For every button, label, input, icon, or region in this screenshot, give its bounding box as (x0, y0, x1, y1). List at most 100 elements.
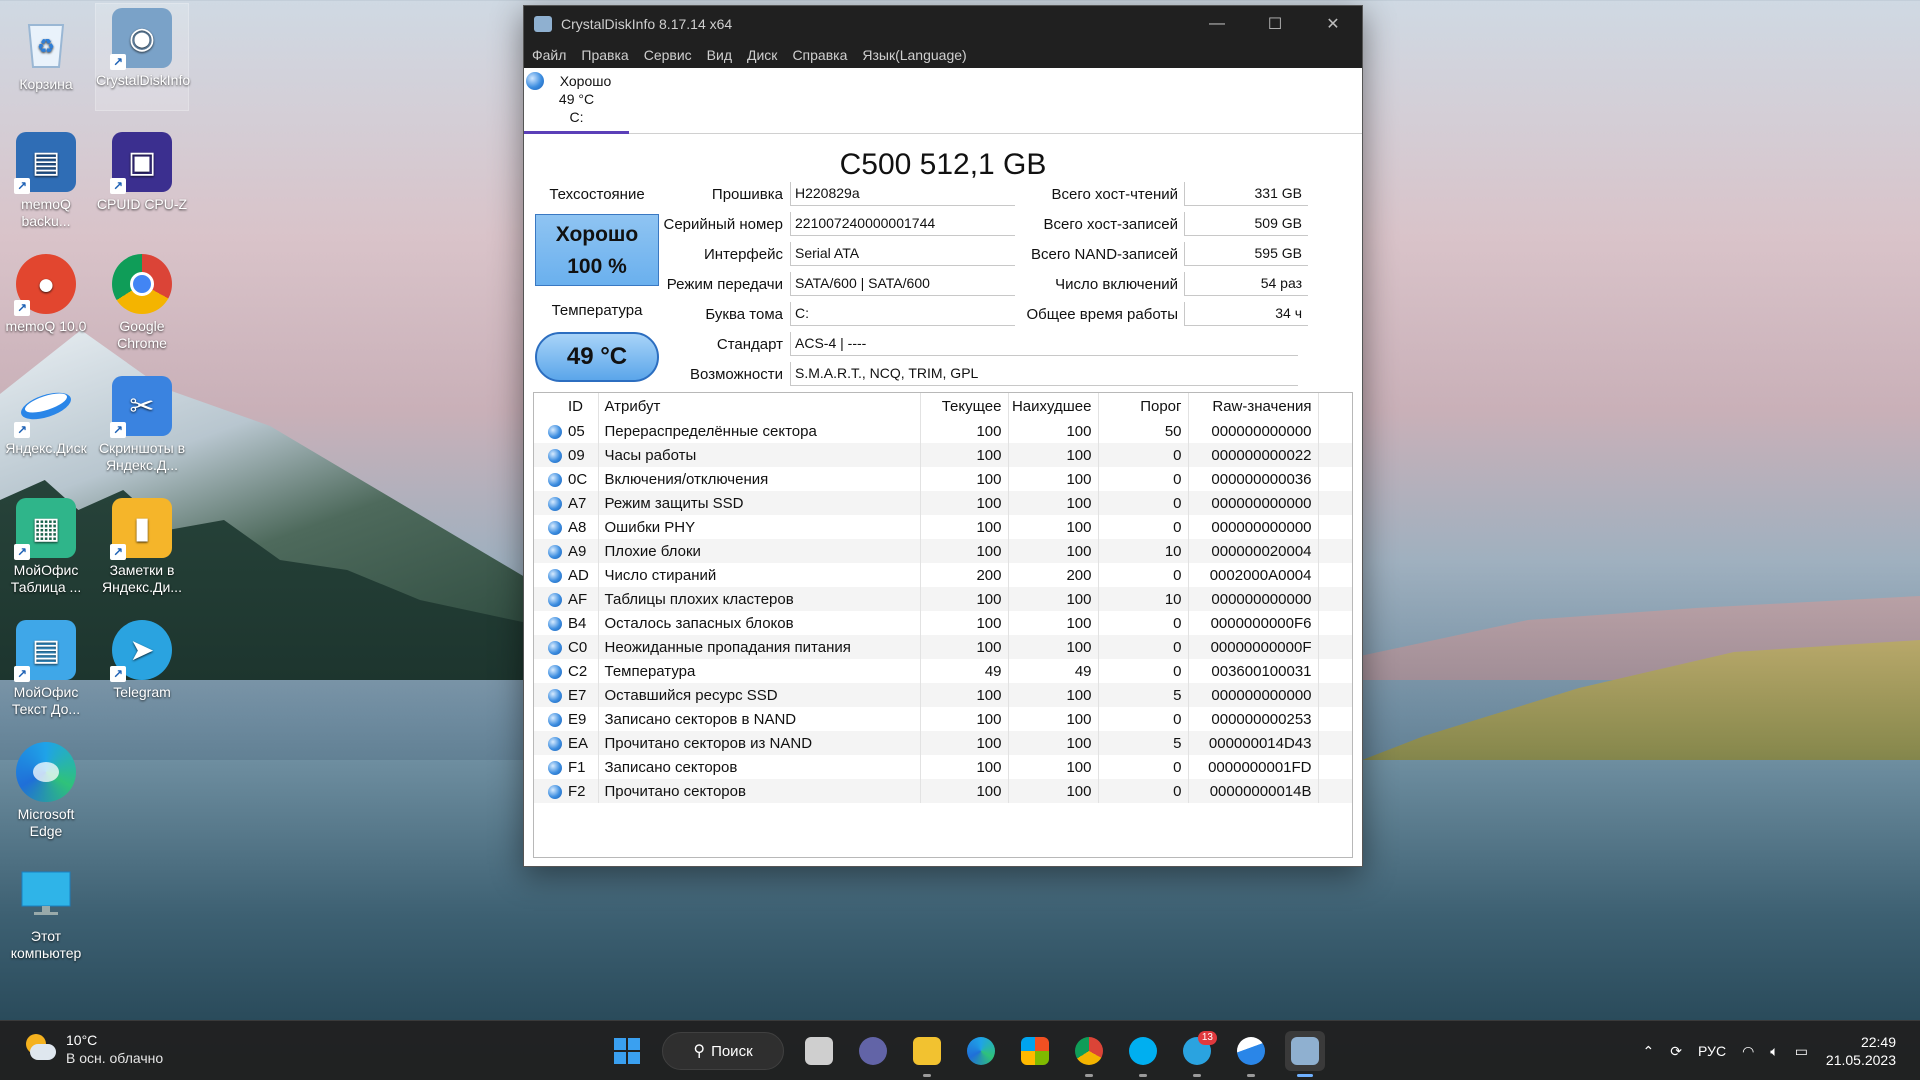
smart-row[interactable]: F2 Прочитано секторов 100 100 0 00000000014B (534, 779, 1352, 803)
desktop-icon-recycle-bin[interactable]: ♻ Корзина (0, 8, 92, 93)
column-header-id[interactable]: ID (562, 393, 599, 419)
desktop-icon-label: Скриншоты в Яндекс.Д... (98, 440, 186, 473)
desktop-icon-memoq[interactable]: ● ↗ memoQ 10.0 (0, 250, 92, 335)
smart-id: F1 (562, 755, 599, 779)
desktop-icon-yandex-notes[interactable]: ▮ ↗ Заметки в Яндекс.Ди... (96, 494, 188, 596)
start-button[interactable] (607, 1031, 647, 1071)
clock[interactable]: 22:49 21.05.2023 (1826, 1033, 1896, 1069)
smart-id: EA (562, 731, 599, 755)
weather-widget[interactable]: 10°C В осн. облачно (24, 1031, 163, 1067)
menu-edit[interactable]: Правка (579, 47, 637, 63)
volume-icon[interactable]: 🔈︎ (1770, 1043, 1778, 1060)
menu-view[interactable]: Вид (705, 47, 741, 63)
smart-current: 100 (920, 443, 1009, 467)
smart-row[interactable]: C2 Температура 49 49 0 003600100031 (534, 659, 1352, 683)
desktop-icon-chrome[interactable]: Google Chrome (96, 250, 188, 352)
status-cell (534, 443, 562, 467)
yandex-disk-taskbar-button[interactable] (1231, 1031, 1271, 1077)
telegram-icon: ➤ ↗ (110, 620, 172, 682)
column-header-attribute[interactable]: Атрибут (598, 393, 921, 419)
battery-icon[interactable]: ▭ (1795, 1043, 1808, 1060)
desktop-icon-cpuz[interactable]: ▣ ↗ CPUID CPU-Z (96, 128, 188, 213)
filler-cell (1318, 683, 1352, 707)
status-dot-icon (548, 784, 562, 799)
smart-row[interactable]: F1 Записано секторов 100 100 0 0000000001FD (534, 755, 1352, 779)
desktop-icon-telegram[interactable]: ➤ ↗ Telegram (96, 616, 188, 701)
info-value: 221007240000001744 (790, 212, 1015, 236)
folder-icon (913, 1037, 941, 1065)
smart-row[interactable]: 0C Включения/отключения 100 100 0 00000000003… (534, 467, 1352, 491)
crystaldiskinfo-taskbar-button[interactable] (1285, 1031, 1325, 1077)
file-explorer-button[interactable] (907, 1031, 947, 1077)
smart-row[interactable]: A9 Плохие блоки 100 100 10 000000020004 (534, 539, 1352, 563)
taskbar: 10°C В осн. облачно ⚲ Поиск 13 ⌃ ⟳ РУС ◠… (0, 1020, 1920, 1080)
smart-row[interactable]: EA Прочитано секторов из NAND 100 100 5 00000… (534, 731, 1352, 755)
smart-current: 100 (920, 611, 1009, 635)
wifi-icon[interactable]: ◠ (1742, 1043, 1754, 1060)
smart-threshold: 0 (1098, 611, 1189, 635)
task-view-button[interactable] (799, 1031, 839, 1071)
menu-disk[interactable]: Диск (745, 47, 786, 63)
smart-row[interactable]: 09 Часы работы 100 100 0 000000000022 (534, 443, 1352, 467)
smart-row[interactable]: 05 Перераспределённые сектора 100 100 50 0000… (534, 419, 1352, 443)
menu-language[interactable]: Язык(Language) (860, 47, 975, 63)
smart-row[interactable]: C0 Неожиданные пропадания питания 100 100 0 0… (534, 635, 1352, 659)
desktop-icon-yandex-screenshots[interactable]: ✂ ↗ Скриншоты в Яндекс.Д... (96, 372, 188, 474)
status-dot-icon (548, 640, 562, 655)
temperature-value[interactable]: 49 °C (535, 332, 659, 382)
disk-tab-c[interactable]: Хорошо 49 °C C: (524, 68, 629, 134)
edge-taskbar-button[interactable] (961, 1031, 1001, 1071)
chevron-up-icon[interactable]: ⌃ (1643, 1043, 1655, 1060)
desktop-icon-edge[interactable]: Microsoft Edge (0, 738, 92, 840)
store-button[interactable] (1015, 1031, 1055, 1071)
filler-cell (1318, 707, 1352, 731)
status-dot-icon (548, 664, 562, 679)
smart-row[interactable]: AF Таблицы плохих кластеров 100 100 10 000000… (534, 587, 1352, 611)
menu-help[interactable]: Справка (790, 47, 856, 63)
desktop-icon-myoffice-table[interactable]: ▦ ↗ МойОфис Таблица ... (0, 494, 92, 596)
smart-worst: 100 (1008, 515, 1099, 539)
info-row-power-on-count: Число включений 54 раз (1024, 271, 1308, 297)
smart-raw: 003600100031 (1188, 659, 1319, 683)
recycle-bin-icon: ♻ (16, 12, 76, 72)
skype-button[interactable] (1123, 1031, 1163, 1077)
menu-service[interactable]: Сервис (642, 47, 701, 63)
sync-icon[interactable]: ⟳ (1670, 1043, 1682, 1060)
desktop-icon-myoffice-text[interactable]: ▤ ↗ МойОфис Текст До... (0, 616, 92, 718)
smart-row[interactable]: AD Число стираний 200 200 0 0002000A0004 (534, 563, 1352, 587)
column-header-threshold[interactable]: Порог (1098, 393, 1189, 419)
status-dot-icon (548, 472, 562, 487)
info-row-host-writes: Всего хост-записей 509 GB (1024, 211, 1308, 237)
close-button[interactable]: ✕ (1304, 6, 1362, 42)
chat-icon (859, 1037, 887, 1065)
column-header-worst[interactable]: Наихудшее (1008, 393, 1099, 419)
minimize-button[interactable]: — (1188, 6, 1246, 42)
temperature-label: Температура (551, 302, 643, 319)
telegram-taskbar-button[interactable]: 13 (1177, 1031, 1217, 1077)
health-status-button[interactable]: Хорошо 100 % (535, 214, 659, 286)
column-header-current[interactable]: Текущее (920, 393, 1009, 419)
smart-row[interactable]: A8 Ошибки PHY 100 100 0 000000000000 (534, 515, 1352, 539)
smart-row[interactable]: A7 Режим защиты SSD 100 100 0 000000000000 (534, 491, 1352, 515)
weather-desc: В осн. облачно (66, 1050, 164, 1066)
smart-attribute: Записано секторов в NAND (598, 707, 921, 731)
menu-file[interactable]: Файл (530, 47, 575, 63)
language-indicator[interactable]: РУС (1698, 1043, 1726, 1059)
column-header-raw[interactable]: Raw-значения (1188, 393, 1319, 419)
crystaldiskinfo-icon (1291, 1037, 1319, 1065)
smart-worst: 49 (1008, 659, 1099, 683)
smart-row[interactable]: E7 Оставшийся ресурс SSD 100 100 5 0000000000… (534, 683, 1352, 707)
teams-chat-button[interactable] (853, 1031, 893, 1071)
desktop-icon-memoq-backup[interactable]: ▤ ↗ memoQ backu... (0, 128, 92, 230)
desktop-icon-crystaldiskinfo[interactable]: ◉ ↗ CrystalDiskInfo (95, 3, 190, 111)
title-bar[interactable]: CrystalDiskInfo 8.17.14 x64 — ☐ ✕ (524, 6, 1362, 42)
status-cell (534, 515, 562, 539)
smart-row[interactable]: B4 Осталось запасных блоков 100 100 0 0000000… (534, 611, 1352, 635)
chrome-taskbar-button[interactable] (1069, 1031, 1109, 1077)
smart-row[interactable]: E9 Записано секторов в NAND 100 100 0 0000000… (534, 707, 1352, 731)
maximize-button[interactable]: ☐ (1246, 6, 1304, 42)
desktop-icon-yandex-disk[interactable]: ↗ Яндекс.Диск (0, 372, 92, 457)
status-dot-icon (548, 736, 562, 751)
desktop-icon-this-pc[interactable]: Этот компьютер (0, 860, 92, 962)
taskbar-search-button[interactable]: ⚲ Поиск (662, 1032, 784, 1070)
